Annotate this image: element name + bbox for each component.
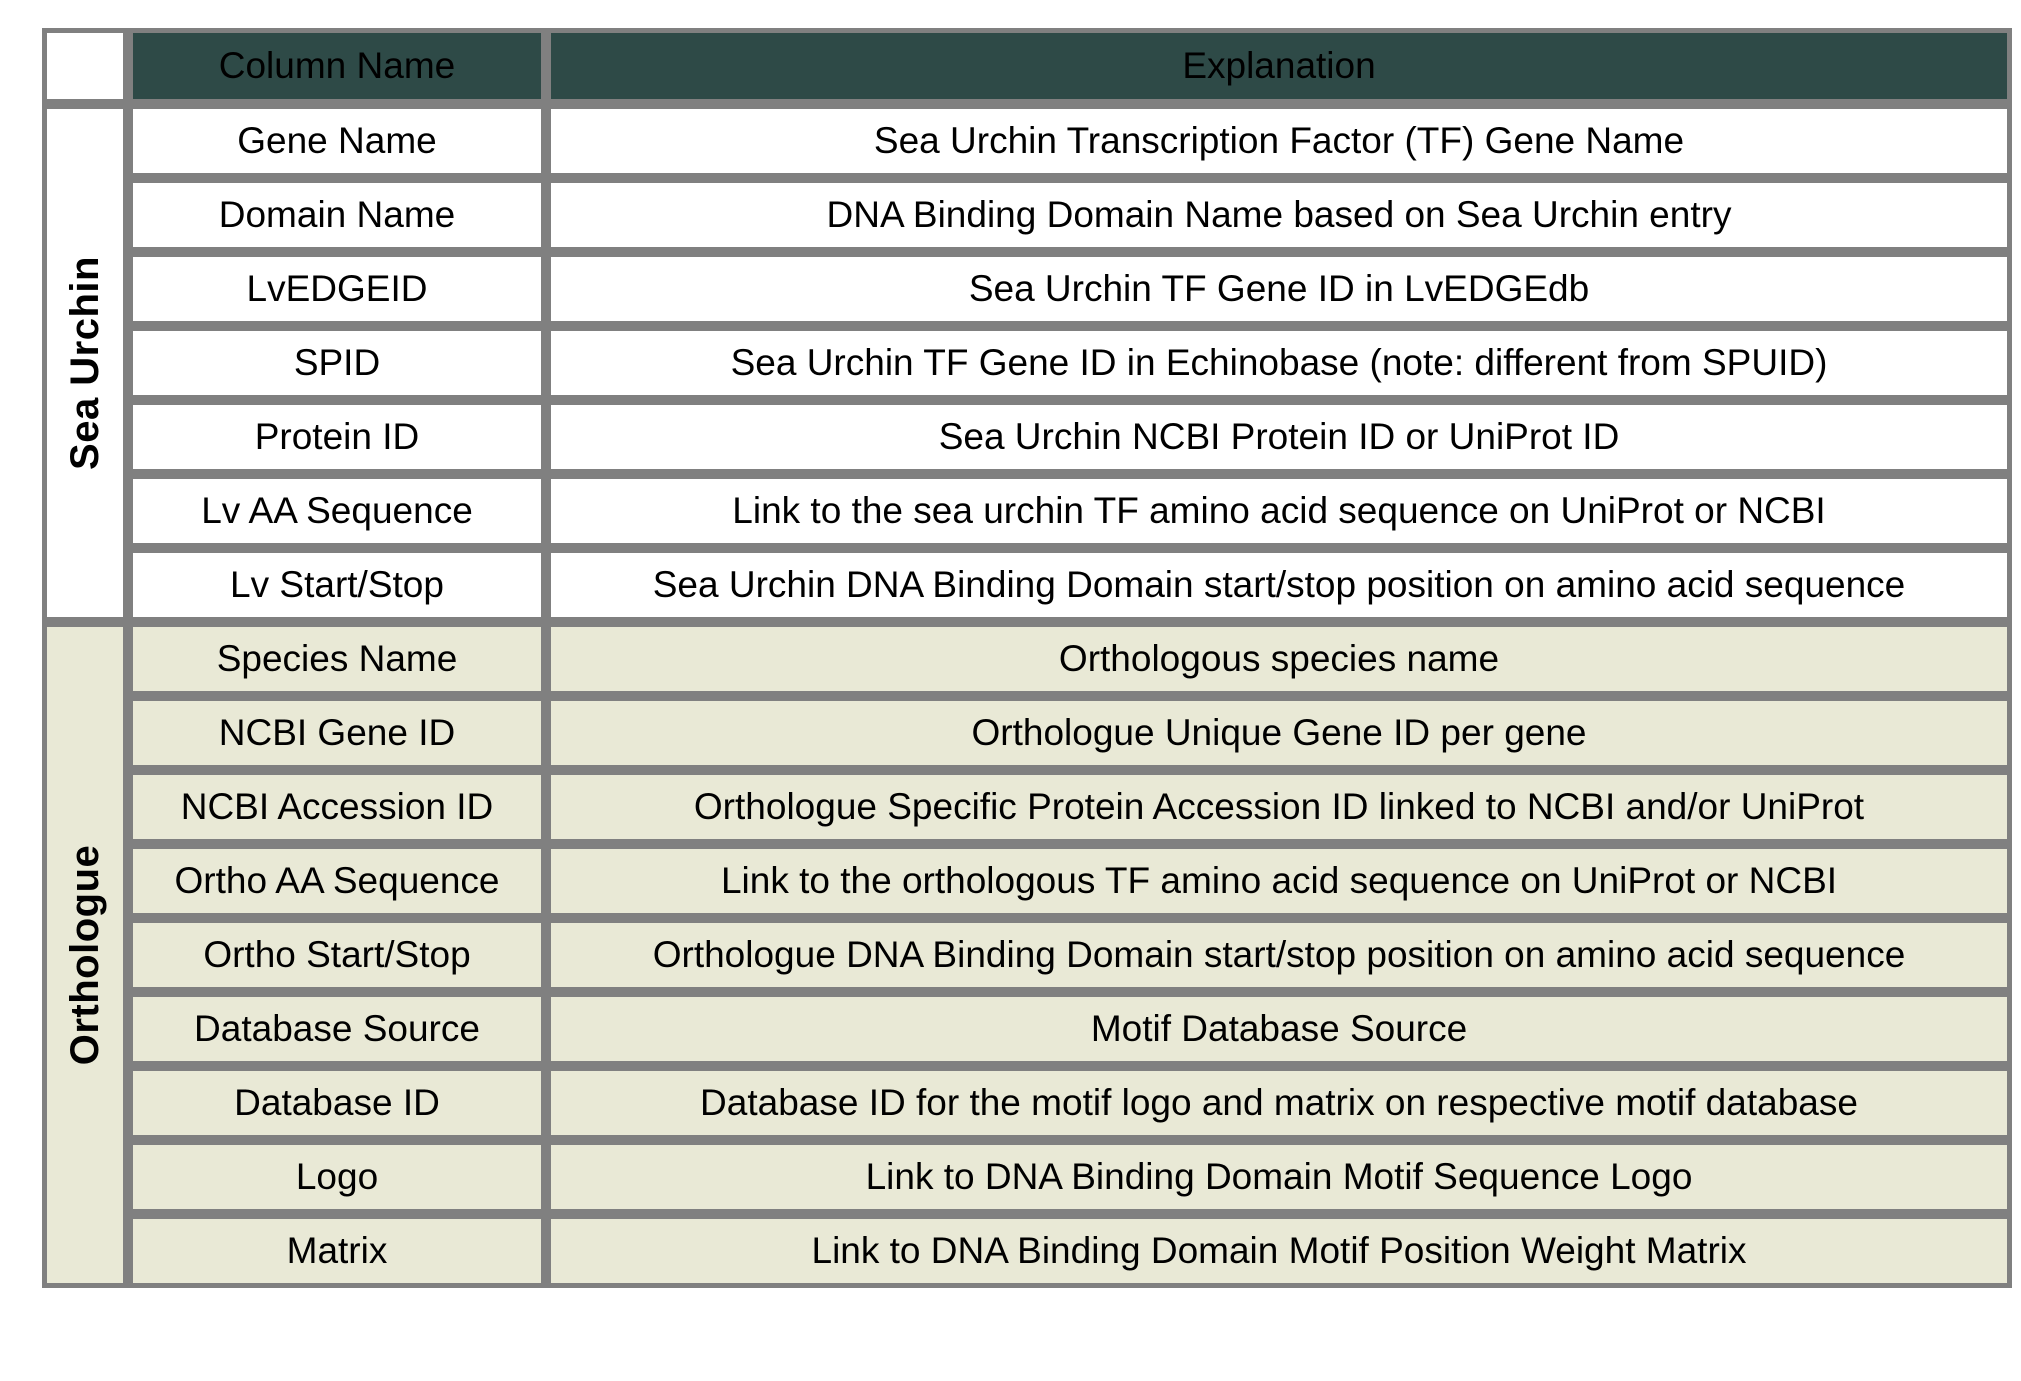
table-row: Ortho AA Sequence Link to the orthologous…: [42, 844, 2012, 918]
explanation-cell: Link to the sea urchin TF amino acid seq…: [546, 474, 2012, 548]
column-name-cell: Logo: [128, 1140, 546, 1214]
column-name-cell: Protein ID: [128, 400, 546, 474]
explanation-cell: Sea Urchin TF Gene ID in LvEDGEdb: [546, 252, 2012, 326]
schema-table: Column Name Explanation Sea Urchin Gene N…: [42, 28, 2012, 1288]
column-name-cell: Lv Start/Stop: [128, 548, 546, 622]
column-name-cell: Species Name: [128, 622, 546, 696]
column-name-cell: Database ID: [128, 1066, 546, 1140]
table-row: LvEDGEID Sea Urchin TF Gene ID in LvEDGEd…: [42, 252, 2012, 326]
group-label-text: Sea Urchin: [63, 256, 107, 470]
column-name-cell: NCBI Accession ID: [128, 770, 546, 844]
explanation-cell: Link to the orthologous TF amino acid se…: [546, 844, 2012, 918]
group-label-text: Orthologue: [63, 844, 107, 1066]
header-column-name: Column Name: [128, 28, 546, 104]
group-label-cell: Sea Urchin: [42, 104, 128, 622]
explanation-cell: Sea Urchin NCBI Protein ID or UniProt ID: [546, 400, 2012, 474]
column-name-cell: Ortho Start/Stop: [128, 918, 546, 992]
explanation-cell: Database ID for the motif logo and matri…: [546, 1066, 2012, 1140]
table-row: Database Source Motif Database Source: [42, 992, 2012, 1066]
column-name-cell: Gene Name: [128, 104, 546, 178]
column-name-cell: Ortho AA Sequence: [128, 844, 546, 918]
explanation-cell: Sea Urchin DNA Binding Domain start/stop…: [546, 548, 2012, 622]
column-name-cell: SPID: [128, 326, 546, 400]
column-name-cell: NCBI Gene ID: [128, 696, 546, 770]
column-name-cell: Domain Name: [128, 178, 546, 252]
explanation-cell: Orthologous species name: [546, 622, 2012, 696]
explanation-cell: Sea Urchin TF Gene ID in Echinobase (not…: [546, 326, 2012, 400]
explanation-cell: Orthologue Unique Gene ID per gene: [546, 696, 2012, 770]
column-name-cell: Matrix: [128, 1214, 546, 1288]
table-row: Ortho Start/Stop Orthologue DNA Binding D…: [42, 918, 2012, 992]
table-head: Column Name Explanation: [42, 28, 2012, 104]
table-row: Domain Name DNA Binding Domain Name based…: [42, 178, 2012, 252]
explanation-cell: Link to DNA Binding Domain Motif Sequenc…: [546, 1140, 2012, 1214]
explanation-cell: Motif Database Source: [546, 992, 2012, 1066]
explanation-cell: Orthologue DNA Binding Domain start/stop…: [546, 918, 2012, 992]
header-explanation: Explanation: [546, 28, 2012, 104]
column-name-cell: Database Source: [128, 992, 546, 1066]
schema-table-container: Column Name Explanation Sea Urchin Gene N…: [42, 28, 2012, 1288]
table-row: Sea Urchin Gene Name Sea Urchin Transcript…: [42, 104, 2012, 622]
explanation-cell: Sea Urchin Transcription Factor (TF) Gen…: [546, 104, 2012, 178]
table-row: Protein ID Sea Urchin NCBI Protein ID or …: [42, 400, 2012, 474]
table-row: SPID Sea Urchin TF Gene ID in Echinobase …: [42, 326, 2012, 400]
table-row: NCBI Gene ID Orthologue Unique Gene ID pe…: [42, 696, 2012, 770]
table-row: NCBI Accession ID Orthologue Specific Pro…: [42, 770, 2012, 844]
table-row: Lv AA Sequence Link to the sea urchin TF …: [42, 474, 2012, 548]
group-label-cell: Orthologue: [42, 622, 128, 1288]
table-row: Lv Start/Stop Sea Urchin DNA Binding Doma…: [42, 548, 2012, 622]
explanation-cell: DNA Binding Domain Name based on Sea Urc…: [546, 178, 2012, 252]
header-group-spacer: [42, 28, 128, 104]
table-row: Matrix Link to DNA Binding Domain Motif P…: [42, 1214, 2012, 1288]
explanation-cell: Link to DNA Binding Domain Motif Positio…: [546, 1214, 2012, 1288]
table-row: Database ID Database ID for the motif log…: [42, 1066, 2012, 1140]
column-name-cell: LvEDGEID: [128, 252, 546, 326]
table-row: Logo Link to DNA Binding Domain Motif Seq…: [42, 1140, 2012, 1214]
table-row: Orthologue Species Name Orthologous specie…: [42, 622, 2012, 1288]
table-body: Sea Urchin Gene Name Sea Urchin Transcript…: [42, 104, 2012, 1288]
explanation-cell: Orthologue Specific Protein Accession ID…: [546, 770, 2012, 844]
column-name-cell: Lv AA Sequence: [128, 474, 546, 548]
page-root: Column Name Explanation Sea Urchin Gene N…: [0, 0, 2021, 1381]
header-row: Column Name Explanation: [42, 28, 2012, 104]
